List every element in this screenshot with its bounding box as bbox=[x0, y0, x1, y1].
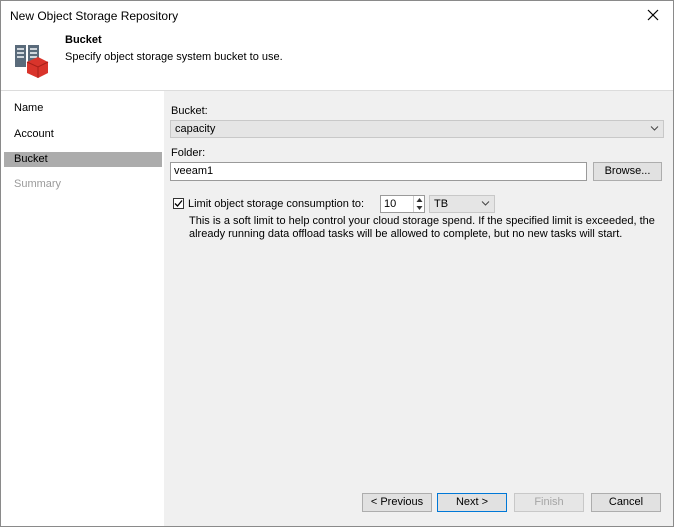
dialog-window: New Object Storage Repository Bucket Spe… bbox=[0, 0, 674, 527]
wizard-header: Bucket Specify object storage system buc… bbox=[1, 30, 673, 91]
step-bucket[interactable]: Bucket bbox=[4, 152, 162, 167]
limit-value: 10 bbox=[384, 198, 397, 210]
next-button[interactable]: Next > bbox=[437, 493, 507, 512]
window-title: New Object Storage Repository bbox=[10, 9, 179, 23]
stepper-arrows[interactable] bbox=[413, 196, 424, 212]
browse-button[interactable]: Browse... bbox=[593, 162, 662, 181]
finish-button: Finish bbox=[514, 493, 584, 512]
close-icon[interactable] bbox=[644, 6, 662, 24]
page-title: Bucket bbox=[65, 34, 102, 46]
folder-input[interactable]: veeam1 bbox=[170, 162, 587, 181]
wizard-steps: Name Account Bucket Summary bbox=[1, 91, 164, 526]
step-account[interactable]: Account bbox=[4, 127, 162, 142]
chevron-down-icon bbox=[481, 201, 490, 206]
limit-unit: TB bbox=[434, 198, 449, 210]
up-down-arrows-icon bbox=[416, 198, 423, 210]
step-name[interactable]: Name bbox=[4, 101, 162, 116]
object-storage-icon bbox=[15, 45, 49, 78]
limit-value-stepper[interactable]: 10 bbox=[380, 195, 425, 213]
limit-label: Limit object storage consumption to: bbox=[188, 198, 365, 210]
bucket-label: Bucket: bbox=[171, 105, 208, 117]
checkmark-icon bbox=[174, 200, 183, 207]
previous-button[interactable]: < Previous bbox=[362, 493, 432, 512]
limit-unit-select[interactable]: TB bbox=[429, 195, 495, 213]
title-bar: New Object Storage Repository bbox=[1, 1, 673, 30]
limit-checkbox[interactable] bbox=[173, 198, 184, 209]
page-subtitle: Specify object storage system bucket to … bbox=[65, 51, 283, 63]
limit-description: This is a soft limit to help control you… bbox=[189, 215, 655, 240]
bucket-select[interactable]: capacity bbox=[170, 120, 664, 138]
step-summary: Summary bbox=[14, 178, 62, 190]
footer-divider bbox=[164, 482, 673, 483]
chevron-down-icon bbox=[650, 126, 659, 131]
bucket-value: capacity bbox=[175, 123, 216, 135]
cancel-button[interactable]: Cancel bbox=[591, 493, 661, 512]
folder-label: Folder: bbox=[171, 147, 206, 159]
